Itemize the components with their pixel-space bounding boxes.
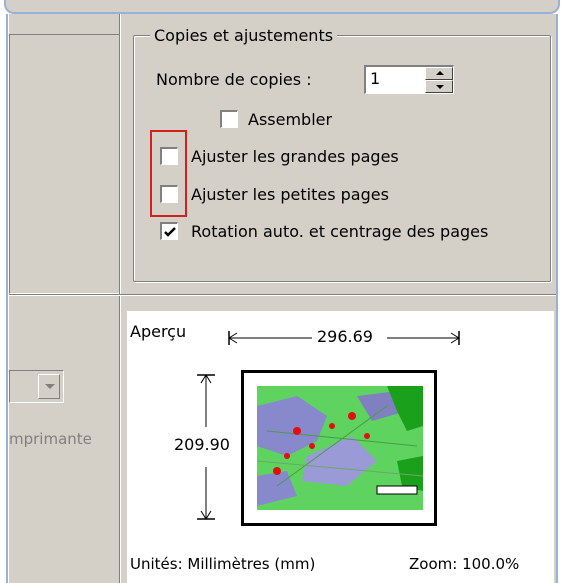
copies-group-title: Copies et ajustements bbox=[150, 26, 338, 45]
collate-label: Assembler bbox=[248, 110, 333, 129]
arrow-up-icon bbox=[436, 71, 444, 75]
window-border-left bbox=[6, 12, 8, 583]
printer-dropdown[interactable] bbox=[9, 370, 64, 403]
vertical-divider bbox=[119, 14, 121, 583]
page-thumbnail bbox=[241, 370, 437, 526]
preview-title: Aperçu bbox=[130, 322, 187, 341]
preview-panel: Aperçu 296.69 209.90 Unités: Millimètres… bbox=[127, 311, 554, 583]
fit-large-pages-checkbox[interactable] bbox=[160, 147, 178, 165]
checkmark-icon bbox=[164, 227, 176, 237]
collate-checkbox[interactable] bbox=[220, 110, 238, 128]
horizontal-divider bbox=[9, 294, 556, 296]
printer-label-partial: mprimante bbox=[9, 430, 92, 448]
window-border-right bbox=[556, 12, 558, 583]
fit-large-pages-label: Ajuster les grandes pages bbox=[191, 147, 399, 166]
chevron-down-icon bbox=[45, 384, 55, 389]
map-preview-image bbox=[257, 386, 423, 510]
height-label: 209.90 bbox=[173, 435, 231, 454]
spinner-buttons bbox=[425, 67, 453, 93]
copies-label: Nombre de copies : bbox=[156, 70, 312, 89]
width-label: 296.69 bbox=[315, 327, 375, 346]
fit-small-pages-checkbox[interactable] bbox=[160, 185, 178, 203]
spin-down-button[interactable] bbox=[425, 80, 453, 93]
copies-spinner[interactable]: 1 bbox=[364, 65, 454, 94]
dropdown-button[interactable] bbox=[38, 374, 60, 399]
left-options-panel bbox=[9, 34, 120, 294]
fit-small-pages-label: Ajuster les petites pages bbox=[191, 185, 389, 204]
spin-up-button[interactable] bbox=[425, 67, 453, 80]
autorotate-label: Rotation auto. et centrage des pages bbox=[191, 222, 489, 241]
units-label: Unités: Millimètres (mm) bbox=[130, 555, 316, 573]
autorotate-checkbox[interactable] bbox=[160, 222, 178, 240]
zoom-label: Zoom: 100.0% bbox=[409, 555, 520, 573]
window-border-top bbox=[4, 0, 560, 14]
copies-value[interactable]: 1 bbox=[370, 69, 380, 88]
highlight-box bbox=[150, 130, 187, 217]
arrow-down-icon bbox=[436, 85, 444, 89]
